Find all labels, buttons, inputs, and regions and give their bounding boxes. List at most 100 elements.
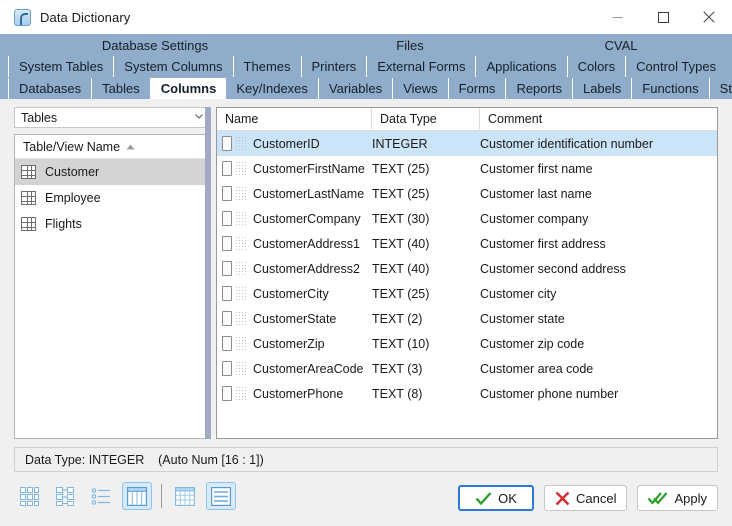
column-dots-icon xyxy=(235,311,247,326)
maximize-button[interactable] xyxy=(640,0,686,34)
table-row[interactable]: CustomerLastName TEXT (25) Customer last… xyxy=(217,181,717,206)
table-row[interactable]: CustomerAddress2 TEXT (40) Customer seco… xyxy=(217,256,717,281)
column-dots-icon xyxy=(235,211,247,226)
tab-reports[interactable]: Reports xyxy=(506,78,573,99)
column-dots-icon xyxy=(235,136,247,151)
cell-name-label: CustomerAreaCode xyxy=(253,361,364,376)
ok-button[interactable]: OK xyxy=(458,485,534,511)
dialog-body: Tables Table/View Name Customer Employee… xyxy=(0,99,732,526)
cell-data-type: TEXT (40) xyxy=(372,236,430,251)
apply-button[interactable]: Apply xyxy=(637,485,718,511)
cell-data-type: TEXT (30) xyxy=(372,211,430,226)
column-icon xyxy=(222,311,232,326)
cell-data-type: TEXT (10) xyxy=(372,336,430,351)
cell-name: CustomerCompany xyxy=(217,211,372,226)
cell-name: CustomerID xyxy=(217,136,372,151)
cancel-button[interactable]: Cancel xyxy=(544,485,628,511)
column-view-button[interactable] xyxy=(122,482,152,510)
tab-system-tables[interactable]: System Tables xyxy=(8,56,115,77)
table-list-panel: Tables Table/View Name Customer Employee… xyxy=(14,107,211,439)
cell-name-label: CustomerID xyxy=(253,136,320,151)
app-icon xyxy=(14,8,31,26)
table-view-name-header[interactable]: Table/View Name xyxy=(15,135,210,159)
tab-columns[interactable]: Columns xyxy=(150,78,227,99)
object-type-combo[interactable]: Tables xyxy=(14,107,211,128)
cell-name: CustomerAddress1 xyxy=(217,236,372,251)
table-row[interactable]: CustomerFirstName TEXT (25) Customer fir… xyxy=(217,156,717,181)
list-view-button[interactable] xyxy=(86,482,116,510)
tab-system-columns[interactable]: System Columns xyxy=(114,56,234,77)
column-icon xyxy=(222,336,232,351)
cell-name-label: CustomerPhone xyxy=(253,386,344,401)
cell-comment: Customer phone number xyxy=(480,386,619,401)
data-dictionary-window: Data Dictionary Database Settings Files … xyxy=(0,0,732,526)
tab-external-forms[interactable]: External Forms xyxy=(367,56,477,77)
list-item[interactable]: Flights xyxy=(15,211,210,237)
column-view-icon xyxy=(127,486,147,506)
tab-printers[interactable]: Printers xyxy=(302,56,368,77)
tab-stored-procedures[interactable]: Stored Procedures xyxy=(710,78,732,99)
table-row[interactable]: CustomerCompany TEXT (30) Customer compa… xyxy=(217,206,717,231)
column-header-name[interactable]: Name xyxy=(217,108,372,130)
columns-grid: Name Data Type Comment CustomerID INTEGE… xyxy=(216,107,718,439)
table-row[interactable]: CustomerPhone TEXT (8) Customer phone nu… xyxy=(217,381,717,406)
table-row[interactable]: CustomerCity TEXT (25) Customer city xyxy=(217,281,717,306)
title-bar: Data Dictionary xyxy=(0,0,732,34)
close-button[interactable] xyxy=(686,0,732,34)
cell-comment: Customer first address xyxy=(480,236,606,251)
tab-row-secondary: Databases Tables Columns Key/Indexes Var… xyxy=(0,78,732,99)
cell-name: CustomerPhone xyxy=(217,386,372,401)
column-header-data-type[interactable]: Data Type xyxy=(372,108,480,130)
tab-themes[interactable]: Themes xyxy=(234,56,302,77)
sort-ascending-icon xyxy=(126,144,135,149)
tab-variables[interactable]: Variables xyxy=(319,78,394,99)
tab-colors[interactable]: Colors xyxy=(568,56,627,77)
column-header-comment[interactable]: Comment xyxy=(480,108,717,130)
tree-view-button[interactable] xyxy=(50,482,80,510)
cell-name-label: CustomerZip xyxy=(253,336,325,351)
cell-name-label: CustomerFirstName xyxy=(253,161,365,176)
table-row[interactable]: CustomerState TEXT (2) Customer state xyxy=(217,306,717,331)
panel-splitter[interactable] xyxy=(205,107,211,439)
cell-comment: Customer state xyxy=(480,311,565,326)
tab-tables[interactable]: Tables xyxy=(92,78,151,99)
cell-data-type: TEXT (2) xyxy=(372,311,423,326)
cell-name-label: CustomerAddress1 xyxy=(253,236,360,251)
list-item[interactable]: Employee xyxy=(15,185,210,211)
tab-applications[interactable]: Applications xyxy=(476,56,568,77)
column-icon xyxy=(222,361,232,376)
tab-group-files: Files xyxy=(396,37,424,53)
tab-views[interactable]: Views xyxy=(393,78,449,99)
cell-name-label: CustomerCompany xyxy=(253,211,361,226)
tab-databases[interactable]: Databases xyxy=(8,78,93,99)
tab-labels[interactable]: Labels xyxy=(573,78,633,99)
tab-forms[interactable]: Forms xyxy=(449,78,507,99)
large-icons-view-button[interactable] xyxy=(14,482,44,510)
tab-key-indexes[interactable]: Key/Indexes xyxy=(226,78,319,99)
status-bar-text: Data Type: INTEGER (Auto Num [16 : 1]) xyxy=(25,452,264,467)
tab-functions[interactable]: Functions xyxy=(632,78,710,99)
status-bar: Data Type: INTEGER (Auto Num [16 : 1]) xyxy=(14,447,718,472)
table-row[interactable]: CustomerAddress1 TEXT (40) Customer firs… xyxy=(217,231,717,256)
cell-data-type: TEXT (3) xyxy=(372,361,423,376)
cell-comment: Customer first name xyxy=(480,161,593,176)
table-row[interactable]: CustomerZip TEXT (10) Customer zip code xyxy=(217,331,717,356)
column-dots-icon xyxy=(235,286,247,301)
column-icon xyxy=(222,286,232,301)
tab-control-types[interactable]: Control Types xyxy=(626,56,726,77)
list-item[interactable]: Customer xyxy=(15,159,210,185)
cell-data-type: TEXT (40) xyxy=(372,261,430,276)
table-view-listbox[interactable]: Table/View Name Customer Employee Flight… xyxy=(14,134,211,439)
cell-name: CustomerCity xyxy=(217,286,372,301)
table-row[interactable]: CustomerAreaCode TEXT (3) Customer area … xyxy=(217,356,717,381)
grid-view-button[interactable] xyxy=(170,482,200,510)
minimize-button[interactable] xyxy=(594,0,640,34)
double-check-icon xyxy=(648,491,668,505)
cell-data-type: TEXT (25) xyxy=(372,186,430,201)
detail-view-button[interactable] xyxy=(206,482,236,510)
cell-comment: Customer zip code xyxy=(480,336,585,351)
column-icon xyxy=(222,261,232,276)
column-icon xyxy=(222,211,232,226)
table-row[interactable]: CustomerID INTEGER Customer identificati… xyxy=(217,131,717,156)
table-icon xyxy=(21,217,36,231)
